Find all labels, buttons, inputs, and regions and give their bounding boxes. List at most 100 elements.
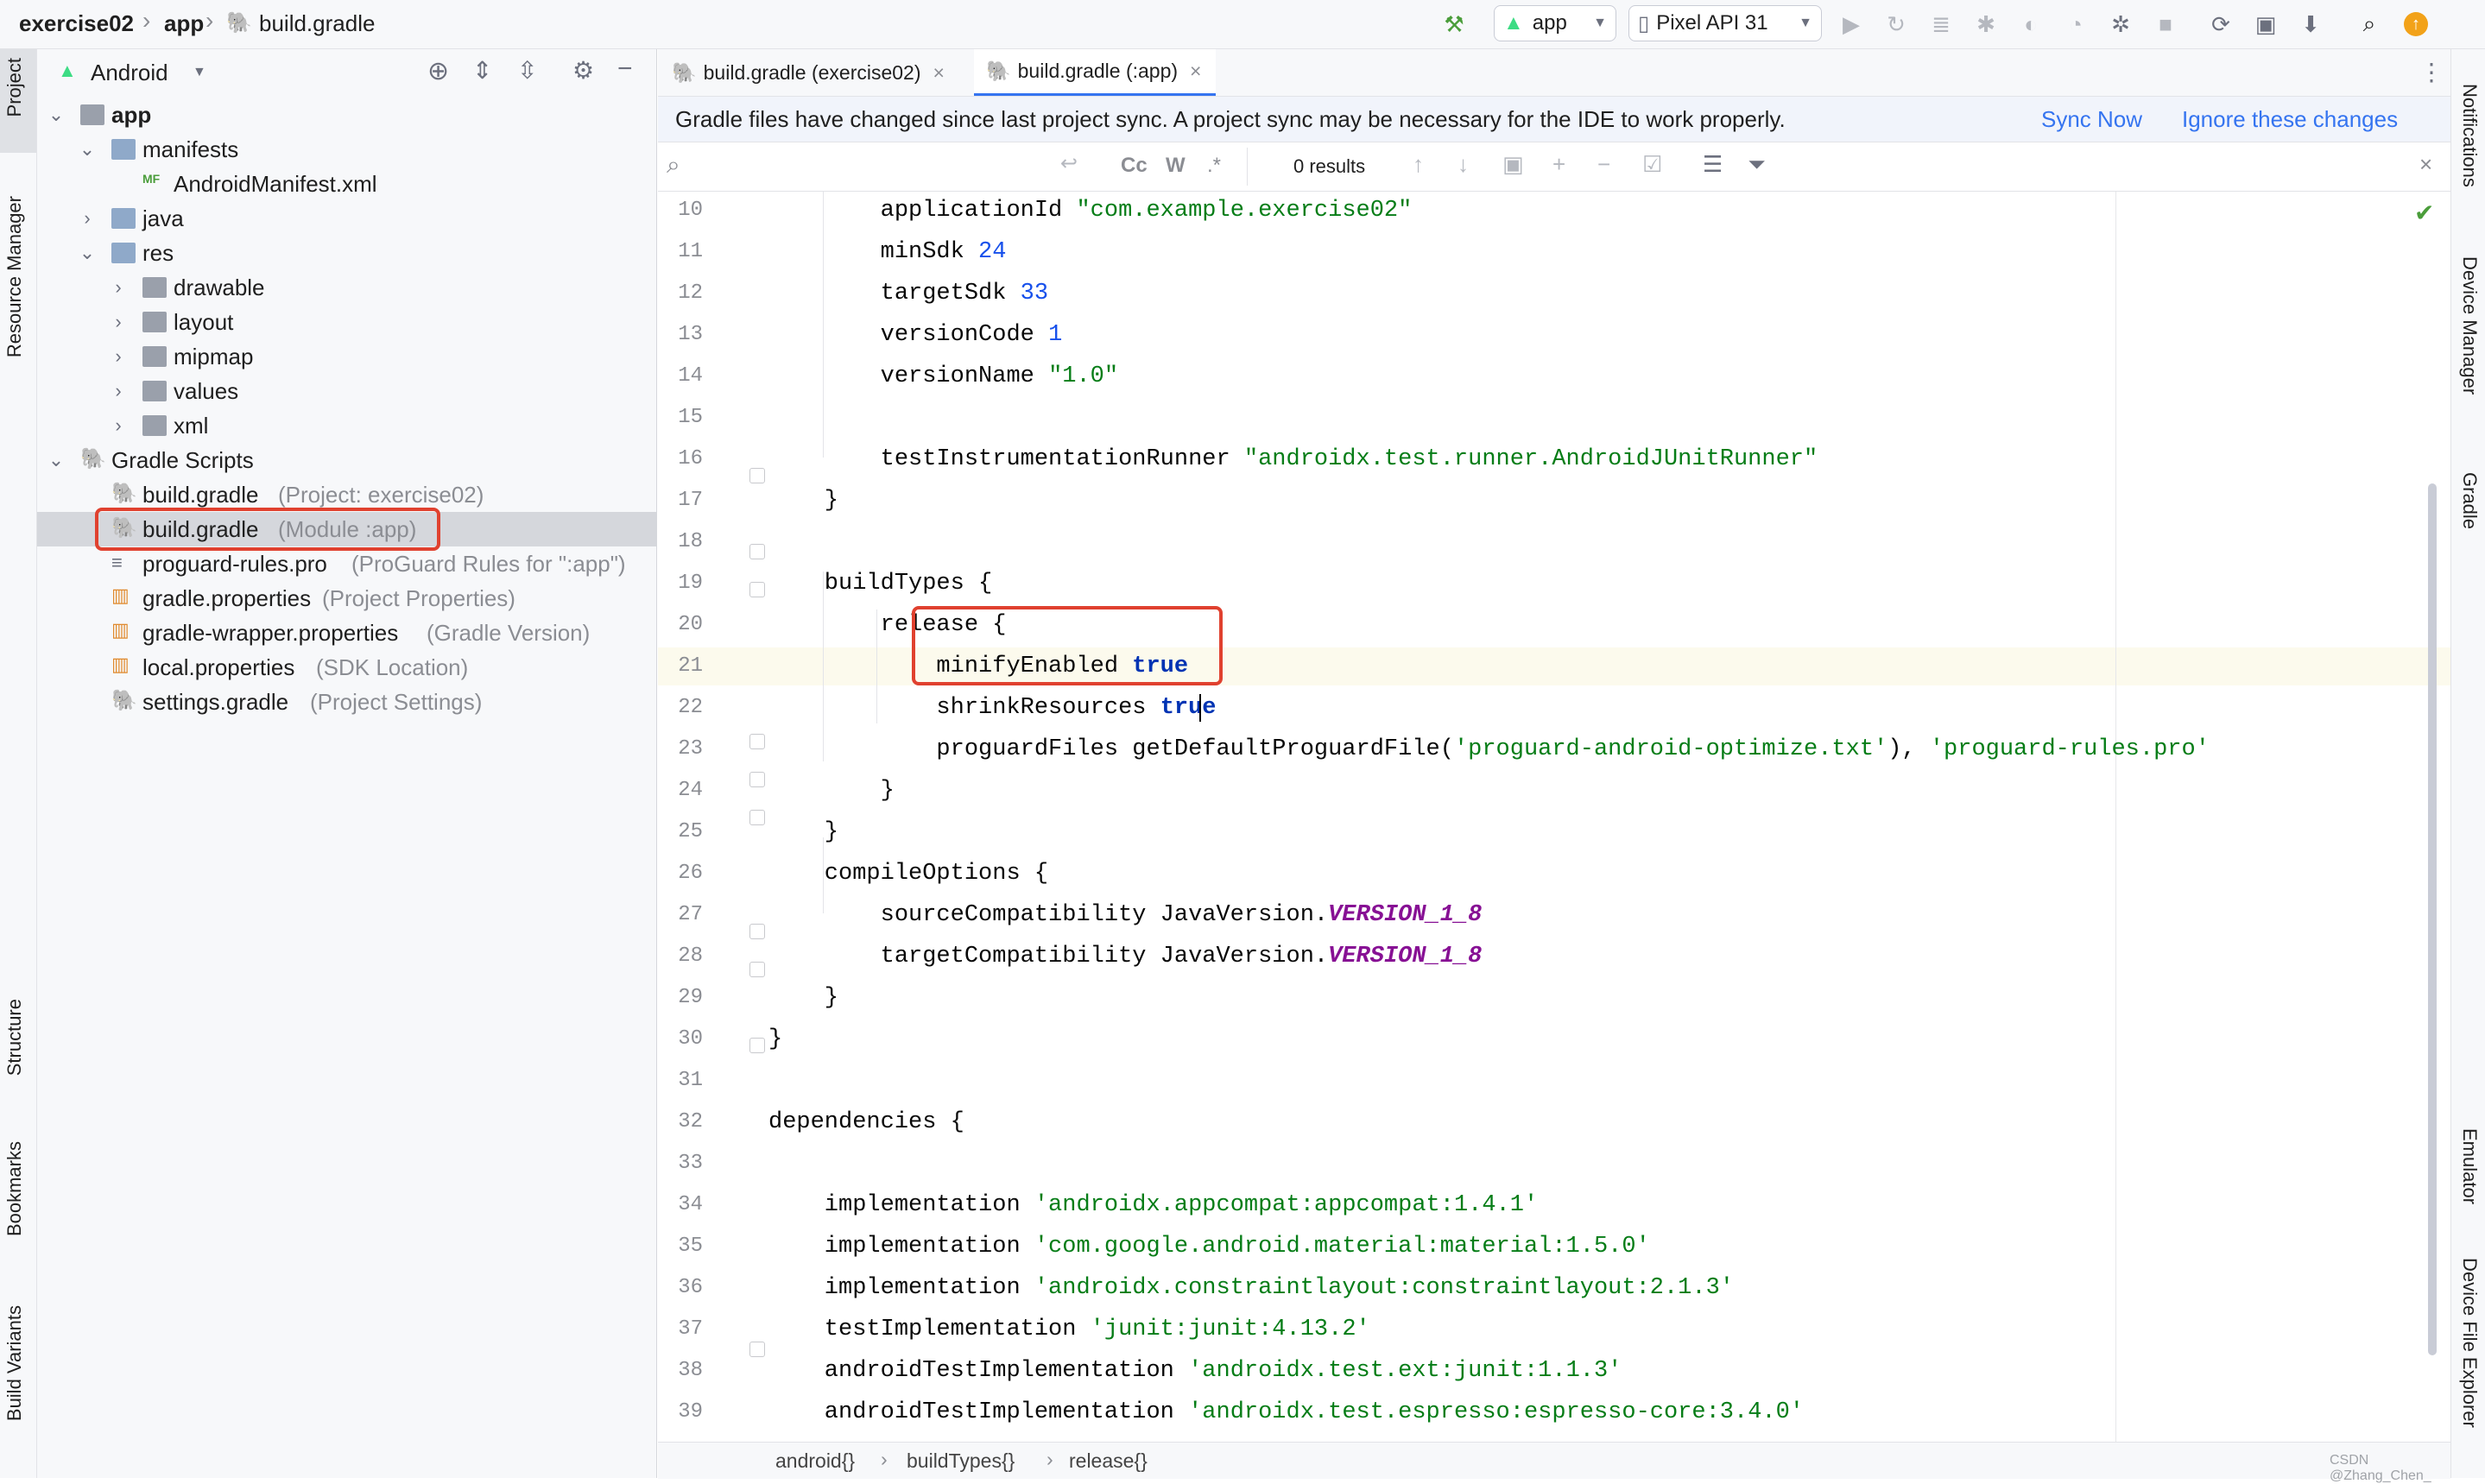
arrow-up-icon[interactable]: ↑ (1413, 151, 1424, 178)
chevron-down-icon[interactable]: ⌄ (46, 104, 66, 126)
chevron-right-icon[interactable]: › (108, 380, 129, 402)
fold-marker[interactable] (749, 962, 765, 977)
chevron-right-icon[interactable]: › (108, 276, 129, 299)
breadcrumb-project[interactable]: exercise02 (19, 10, 134, 37)
tool-tab-structure[interactable]: Structure (3, 999, 26, 1076)
close-icon[interactable]: × (2419, 151, 2432, 178)
ignore-changes-link[interactable]: Ignore these changes (2182, 106, 2398, 133)
sdk-manager-icon[interactable]: ⬇ (2295, 9, 2326, 40)
tree-item-local-properties[interactable]: ▥ local.properties (SDK Location) (37, 650, 656, 685)
code-line[interactable]: sourceCompatibility JavaVersion.VERSION_… (768, 896, 1483, 934)
device-manager-icon[interactable]: ▣ (2250, 9, 2281, 40)
tree-item-settings-gradle[interactable]: 🐘 settings.gradle (Project Settings) (37, 685, 656, 719)
select-all-icon[interactable]: ▣ (1502, 151, 1524, 178)
code-line[interactable]: proguardFiles getDefaultProguardFile('pr… (768, 730, 2209, 768)
search-icon[interactable]: ⌕ (2354, 9, 2385, 40)
sync-now-link[interactable]: Sync Now (2041, 106, 2142, 133)
code-line[interactable]: targetCompatibility JavaVersion.VERSION_… (768, 938, 1483, 976)
tool-tab-device-file-explorer[interactable]: Device File Explorer (2458, 1258, 2481, 1428)
tree-item-gradle-properties[interactable]: ▥ gradle.properties (Project Properties) (37, 581, 656, 616)
tab-build-gradle-project[interactable]: 🐘 build.gradle (exercise02) × (672, 49, 965, 96)
code-line[interactable]: androidTestImplementation 'androidx.test… (768, 1393, 1804, 1431)
tool-tab-device-manager[interactable]: Device Manager (2458, 256, 2481, 395)
tree-item-gradle-wrapper-properties[interactable]: ▥ gradle-wrapper.properties (Gradle Vers… (37, 616, 656, 650)
chevron-down-icon[interactable]: ⌄ (46, 449, 66, 471)
run-config-select[interactable]: ▲ app ▼ (1494, 5, 1616, 41)
code-line[interactable]: minSdk 24 (768, 233, 1007, 271)
code-line[interactable]: androidTestImplementation 'androidx.test… (768, 1352, 1622, 1390)
tree-item-build-gradle-project[interactable]: 🐘 build.gradle (Project: exercise02) (37, 477, 656, 512)
profile-icon[interactable]: ◐ (2015, 9, 2046, 40)
tool-tab-emulator[interactable]: Emulator (2458, 1128, 2481, 1204)
code-line[interactable]: targetSdk 33 (768, 275, 1048, 313)
tab-build-gradle-app[interactable]: 🐘 build.gradle (:app) × (974, 49, 1216, 96)
more-options-icon[interactable]: ⋮ (2419, 58, 2444, 86)
code-line[interactable]: implementation 'androidx.constraintlayou… (768, 1269, 1734, 1307)
tree-item-xml[interactable]: › xml (37, 408, 656, 443)
code-line[interactable]: versionName "1.0" (768, 357, 1118, 395)
words-toggle[interactable]: W (1166, 154, 1186, 178)
tool-tab-build-variants[interactable]: Build Variants (3, 1305, 26, 1421)
arrow-down-icon[interactable]: ↓ (1457, 151, 1469, 178)
code-line[interactable]: } (768, 772, 895, 810)
vertical-scrollbar[interactable] (2428, 483, 2437, 1355)
apply-code-changes-icon[interactable]: ≣ (1925, 9, 1957, 40)
expand-all-icon[interactable]: ⇕ (472, 56, 492, 85)
build-hammer-icon[interactable]: ⚒ (1439, 9, 1470, 40)
code-line[interactable]: } (768, 482, 838, 520)
tree-item-layout[interactable]: › layout (37, 305, 656, 339)
fold-marker[interactable] (749, 810, 765, 825)
tree-item-drawable[interactable]: › drawable (37, 270, 656, 305)
code-line[interactable]: compileOptions { (768, 855, 1048, 893)
collapse-all-icon[interactable]: ⇳ (517, 56, 537, 85)
update-icon[interactable]: ↑ (2400, 9, 2431, 40)
locate-file-icon[interactable]: ⊕ (427, 56, 449, 86)
search-icon[interactable]: ⌕ (667, 151, 680, 180)
chevron-down-icon[interactable]: ▼ (193, 65, 206, 80)
code-line[interactable]: buildTypes { (768, 565, 992, 603)
select-all-occurrences-icon[interactable]: ☑ (1642, 151, 1662, 178)
breadcrumb-release[interactable]: release{} (1069, 1449, 1148, 1473)
code-line[interactable]: applicationId "com.example.exercise02" (768, 192, 1413, 230)
gear-icon[interactable]: ⚙ (572, 56, 594, 85)
tree-item-mipmap[interactable]: › mipmap (37, 339, 656, 374)
code-line[interactable]: testInstrumentationRunner "androidx.test… (768, 440, 1818, 478)
close-icon[interactable]: × (1190, 60, 1201, 83)
view-mode-label[interactable]: Android (91, 60, 168, 86)
tree-item-java[interactable]: › java (37, 201, 656, 236)
minimize-icon[interactable]: − (617, 54, 633, 84)
chevron-right-icon[interactable]: › (108, 311, 129, 333)
tree-item-values[interactable]: › values (37, 374, 656, 408)
sync-gradle-icon[interactable]: ⟳ (2205, 9, 2236, 40)
tool-tab-project[interactable]: Project (3, 58, 26, 117)
code-line[interactable]: implementation 'androidx.appcompat:appco… (768, 1186, 1538, 1224)
remove-occurrence-icon[interactable]: − (1597, 151, 1610, 178)
tool-tab-gradle[interactable]: Gradle (2458, 472, 2481, 529)
fold-marker[interactable] (749, 1038, 765, 1053)
tree-item-app[interactable]: ⌄ app (37, 98, 656, 132)
tree-item-manifests[interactable]: ⌄ manifests (37, 132, 656, 167)
code-line[interactable]: } (768, 1020, 782, 1058)
tree-item-res[interactable]: ⌄ res (37, 236, 656, 270)
stop-icon[interactable]: ■ (2150, 9, 2181, 40)
run-icon[interactable]: ▶ (1836, 9, 1867, 40)
chevron-right-icon[interactable]: › (108, 345, 129, 368)
regex-toggle[interactable]: .* (1207, 154, 1221, 178)
fold-marker[interactable] (749, 1342, 765, 1357)
fold-marker[interactable] (749, 772, 765, 787)
profiler-icon[interactable]: ◔ (2060, 9, 2091, 40)
breadcrumb-file[interactable]: build.gradle (259, 10, 375, 37)
debug-icon[interactable]: ✱ (1970, 9, 2001, 40)
code-line[interactable]: implementation 'com.google.android.mater… (768, 1228, 1650, 1266)
fold-marker[interactable] (749, 734, 765, 749)
code-line[interactable]: versionCode 1 (768, 316, 1063, 354)
attach-debugger-icon[interactable]: ✲ (2105, 9, 2136, 40)
add-occurrence-icon[interactable]: + (1552, 151, 1565, 178)
close-icon[interactable]: × (933, 61, 945, 85)
tool-tab-bookmarks[interactable]: Bookmarks (3, 1141, 26, 1236)
tool-tab-resource-manager[interactable]: Resource Manager (3, 196, 26, 357)
breadcrumb-buildtypes[interactable]: buildTypes{} (907, 1449, 1015, 1473)
code-line[interactable]: dependencies { (768, 1103, 964, 1141)
code-line[interactable]: } (768, 813, 838, 851)
code-line[interactable]: testImplementation 'junit:junit:4.13.2' (768, 1310, 1370, 1348)
